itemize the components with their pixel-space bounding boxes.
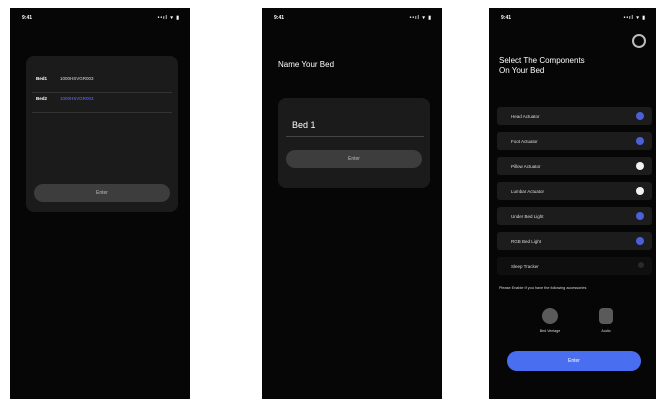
bed1-label: Bed1	[36, 76, 48, 81]
divider	[32, 112, 172, 113]
bed-name-input[interactable]: Bed 1	[292, 120, 316, 130]
title-line-2: On Your Bed	[499, 66, 545, 75]
speaker-icon	[599, 308, 613, 324]
toggle-on-indicator[interactable]	[636, 137, 644, 145]
component-label: Head Actuator	[511, 114, 540, 119]
title-line-1: Select The Components	[499, 56, 585, 65]
page-title: Select The Components On Your Bed	[499, 56, 585, 76]
component-label: RGB Bed Light	[511, 239, 542, 244]
accessory-bed-ventage[interactable]: Bed Ventage	[535, 308, 565, 344]
component-label: Sleep Tracker	[511, 264, 539, 269]
component-under-bed-light[interactable]: Under Bed Light	[497, 207, 652, 225]
accessory-label: Bed Ventage	[539, 329, 561, 333]
component-lumbar-actuator[interactable]: Lumbar Actuator	[497, 182, 652, 200]
divider	[286, 136, 424, 137]
status-time: 9:41	[501, 15, 512, 21]
component-foot-actuator[interactable]: Foot Actuator	[497, 132, 652, 150]
component-label: Under Bed Light	[511, 214, 544, 219]
status-time: 9:41	[274, 15, 285, 21]
bed1-value: 1000HSVGR003	[60, 76, 94, 81]
bed1-field[interactable]: Bed1 1000HSVGR003	[36, 74, 168, 86]
fan-icon	[542, 308, 558, 324]
status-signal-icon: ••ıl ▾ ▮	[409, 15, 432, 21]
toggle-on-indicator[interactable]	[636, 237, 644, 245]
toggle-off-indicator[interactable]	[636, 162, 644, 170]
accessory-label: Audio	[601, 329, 611, 333]
settings-gear-icon[interactable]	[632, 34, 646, 48]
component-rgb-bed-light[interactable]: RGB Bed Light	[497, 232, 652, 250]
component-label: Lumbar Actuator	[511, 189, 545, 194]
bed2-value: 1000HSVGR003	[60, 96, 94, 101]
enter-button[interactable]: Enter	[286, 150, 422, 168]
bed-name-card: Bed 1 Enter	[278, 98, 430, 188]
status-signal-icon: ••ıl ▾ ▮	[623, 15, 646, 21]
accessories-hint: Please Enable If you have the following …	[499, 286, 587, 290]
screen-name-bed: 9:41 ••ıl ▾ ▮ Name Your Bed Bed 1 Enter	[262, 8, 442, 399]
enter-button[interactable]: Enter	[507, 351, 641, 371]
status-time: 9:41	[22, 15, 33, 21]
toggle-disabled-indicator[interactable]	[638, 262, 644, 268]
screen-select-components: 9:41 ••ıl ▾ ▮ Select The Components On Y…	[489, 8, 656, 399]
toggle-off-indicator[interactable]	[636, 187, 644, 195]
status-signal-icon: ••ıl ▾ ▮	[157, 15, 180, 21]
component-head-actuator[interactable]: Head Actuator	[497, 107, 652, 125]
accessory-audio[interactable]: Audio	[593, 308, 619, 344]
component-sleep-tracker[interactable]: Sleep Tracker	[497, 257, 652, 275]
serial-card: Bed1 1000HSVGR003 Bed2 1000HSVGR003 Ente…	[26, 56, 178, 212]
bed2-field[interactable]: Bed2 1000HSVGR003	[36, 94, 168, 106]
toggle-on-indicator[interactable]	[636, 212, 644, 220]
screen-serial-entry: 9:41 ••ıl ▾ ▮ Bed1 1000HSVGR003 Bed2 100…	[10, 8, 190, 399]
page-title: Name Your Bed	[278, 60, 335, 69]
enter-button[interactable]: Enter	[34, 184, 170, 202]
status-bar: 9:41 ••ıl ▾ ▮	[22, 14, 180, 24]
status-bar: 9:41 ••ıl ▾ ▮	[501, 14, 646, 24]
status-bar: 9:41 ••ıl ▾ ▮	[274, 14, 432, 24]
component-pillow-actuator[interactable]: Pillow Actuator	[497, 157, 652, 175]
divider	[32, 92, 172, 93]
toggle-on-indicator[interactable]	[636, 112, 644, 120]
component-label: Foot Actuator	[511, 139, 538, 144]
bed2-label: Bed2	[36, 96, 48, 101]
component-label: Pillow Actuator	[511, 164, 541, 169]
